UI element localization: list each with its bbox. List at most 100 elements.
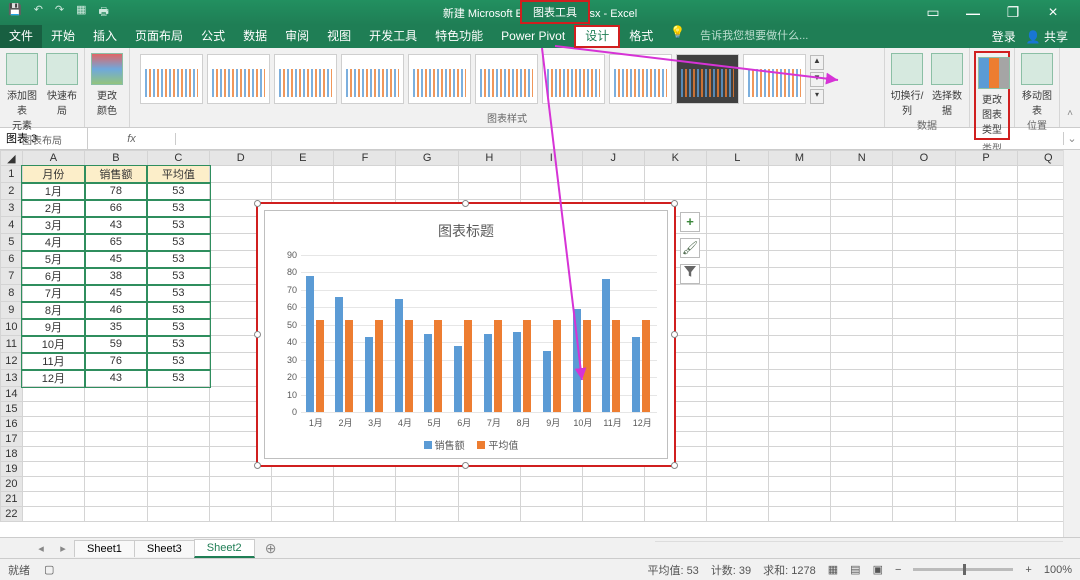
chart-title[interactable]: 图表标题 (265, 221, 667, 241)
chart-bar[interactable] (513, 332, 521, 412)
cell[interactable]: 10月 (22, 336, 84, 353)
cell[interactable] (893, 336, 955, 353)
cell[interactable] (706, 353, 768, 370)
cell[interactable] (831, 302, 893, 319)
cell[interactable] (893, 302, 955, 319)
cell[interactable] (706, 234, 768, 251)
cell[interactable] (831, 217, 893, 234)
cell[interactable]: 月份 (22, 166, 84, 183)
cell[interactable] (955, 402, 1017, 417)
tab-page-layout[interactable]: 页面布局 (126, 25, 192, 48)
tab-special[interactable]: 特色功能 (426, 25, 492, 48)
cell[interactable] (22, 432, 84, 447)
cell[interactable] (893, 370, 955, 387)
quick-layout-button[interactable]: 快速布局 (44, 51, 80, 117)
row-header[interactable]: 13 (1, 370, 23, 387)
col-header[interactable]: B (85, 151, 147, 166)
cell[interactable] (831, 387, 893, 402)
cell[interactable] (955, 234, 1017, 251)
cell[interactable] (831, 268, 893, 285)
chart-bar[interactable] (335, 297, 343, 412)
cell[interactable] (893, 432, 955, 447)
change-color-button[interactable]: 更改 颜色 (89, 51, 125, 117)
cell[interactable] (768, 319, 830, 336)
qa-icon[interactable]: ▦ (76, 3, 86, 22)
cell[interactable] (893, 353, 955, 370)
cell[interactable] (706, 166, 768, 183)
tab-data[interactable]: 数据 (234, 25, 276, 48)
col-header[interactable]: E (272, 151, 334, 166)
cell[interactable] (272, 507, 334, 522)
cell[interactable] (582, 183, 644, 200)
cell[interactable] (893, 417, 955, 432)
cell[interactable] (210, 507, 272, 522)
chart-bar[interactable] (583, 320, 591, 412)
cell[interactable] (768, 217, 830, 234)
cell[interactable] (147, 447, 209, 462)
cell[interactable] (893, 447, 955, 462)
cell[interactable] (893, 402, 955, 417)
cell[interactable]: 59 (85, 336, 147, 353)
tab-formulas[interactable]: 公式 (192, 25, 234, 48)
cell[interactable] (706, 285, 768, 302)
row-header[interactable]: 2 (1, 183, 23, 200)
restore-icon[interactable]: ❐ (998, 4, 1028, 21)
cell[interactable] (22, 462, 84, 477)
cell[interactable] (768, 200, 830, 217)
cell[interactable] (768, 336, 830, 353)
cell[interactable] (644, 166, 706, 183)
cell[interactable] (22, 492, 84, 507)
tab-insert[interactable]: 插入 (84, 25, 126, 48)
cell[interactable] (706, 387, 768, 402)
cell[interactable] (458, 507, 520, 522)
tab-nav-prev-icon[interactable]: ◂ (30, 542, 52, 555)
cell[interactable] (706, 432, 768, 447)
chart-style-thumb[interactable] (207, 54, 270, 104)
cell[interactable]: 45 (85, 285, 147, 302)
view-page-break-icon[interactable]: ▣ (873, 563, 883, 576)
col-header[interactable]: C (147, 151, 209, 166)
cell[interactable] (85, 492, 147, 507)
cell[interactable] (831, 183, 893, 200)
cell[interactable] (955, 268, 1017, 285)
col-header[interactable]: N (831, 151, 893, 166)
cell[interactable] (22, 402, 84, 417)
zoom-in-icon[interactable]: + (1025, 564, 1031, 576)
save-icon[interactable]: 💾 (8, 3, 22, 22)
chart-bar[interactable] (375, 320, 383, 412)
tab-format[interactable]: 格式 (620, 25, 662, 48)
cell[interactable] (147, 432, 209, 447)
collapse-ribbon-icon[interactable]: ˄ (1060, 48, 1080, 127)
row-header[interactable]: 22 (1, 507, 23, 522)
cell[interactable] (706, 268, 768, 285)
cell[interactable] (147, 477, 209, 492)
cell[interactable]: 53 (147, 251, 209, 268)
cell[interactable] (22, 507, 84, 522)
cell[interactable]: 8月 (22, 302, 84, 319)
cell[interactable]: 35 (85, 319, 147, 336)
row-header[interactable]: 1 (1, 166, 23, 183)
cell[interactable]: 9月 (22, 319, 84, 336)
col-header[interactable]: I (520, 151, 582, 166)
col-header[interactable]: F (334, 151, 396, 166)
cell[interactable] (831, 370, 893, 387)
login-button[interactable]: 登录 (992, 28, 1016, 45)
view-normal-icon[interactable]: ▦ (828, 563, 838, 576)
cell[interactable] (210, 492, 272, 507)
sheet-tab[interactable]: Sheet1 (74, 540, 135, 557)
cell[interactable] (831, 432, 893, 447)
cell[interactable]: 65 (85, 234, 147, 251)
cell[interactable] (831, 507, 893, 522)
cell[interactable]: 11月 (22, 353, 84, 370)
cell[interactable] (582, 492, 644, 507)
cell[interactable] (955, 302, 1017, 319)
cell[interactable] (272, 492, 334, 507)
cell[interactable] (582, 507, 644, 522)
chart-bar[interactable] (553, 320, 561, 412)
cell[interactable] (334, 492, 396, 507)
cell[interactable] (768, 251, 830, 268)
cell[interactable] (396, 477, 458, 492)
cell[interactable] (831, 353, 893, 370)
cell[interactable] (768, 234, 830, 251)
chart-object[interactable]: 图表标题 0102030405060708090 1月2月3月4月5月6月7月8… (256, 202, 676, 467)
